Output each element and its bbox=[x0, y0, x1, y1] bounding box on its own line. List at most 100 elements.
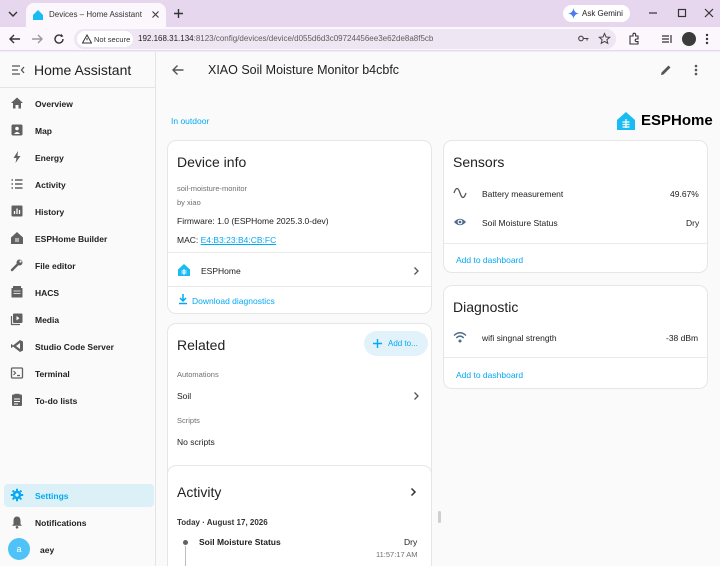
card-heading: Related bbox=[177, 337, 226, 353]
sidebar-item-label: Notifications bbox=[35, 518, 87, 528]
sidebar-item-label: To-do lists bbox=[35, 396, 78, 406]
sidebar-item-map[interactable]: Map bbox=[4, 119, 154, 142]
close-tab-icon[interactable] bbox=[150, 9, 161, 20]
sidebar-item-label: Map bbox=[35, 126, 52, 136]
url-text[interactable]: 192.168.31.134:8123/config/devices/devic… bbox=[138, 34, 433, 43]
user-avatar[interactable]: a bbox=[8, 538, 30, 560]
area-link[interactable]: In outdoor bbox=[171, 116, 209, 126]
pencil-icon[interactable] bbox=[659, 63, 673, 77]
timeline-dot bbox=[183, 540, 188, 545]
address-bar[interactable]: Not secure 192.168.31.134:8123/config/de… bbox=[74, 29, 616, 49]
vscode-icon bbox=[10, 339, 24, 353]
minimize-icon[interactable] bbox=[647, 7, 659, 19]
sidebar-item-overview[interactable]: Overview bbox=[4, 92, 154, 115]
more-vertical-icon[interactable] bbox=[689, 63, 703, 77]
ask-gemini-button[interactable]: Ask Gemini bbox=[563, 5, 630, 22]
sidebar-item-settings[interactable]: Settings bbox=[4, 484, 154, 507]
device-firmware: Firmware: 1.0 (ESPHome 2025.3.0-dev) bbox=[177, 216, 329, 226]
bell-icon bbox=[10, 515, 24, 529]
sidebar-item-terminal[interactable]: Terminal bbox=[4, 362, 154, 385]
mac-value[interactable]: E4:B3:23:B4:CB:FC bbox=[201, 235, 277, 245]
device-model: soil-moisture-monitor bbox=[177, 184, 248, 193]
activity-entry-name[interactable]: Soil Moisture Status bbox=[199, 537, 281, 547]
diagnostic-card: Diagnostic wifi singnal strength -38 dBm… bbox=[443, 285, 708, 389]
new-tab-icon[interactable] bbox=[172, 7, 185, 20]
chevron-right-icon[interactable] bbox=[408, 487, 418, 497]
lightning-icon bbox=[10, 150, 24, 164]
esphome-logo: ESPHome bbox=[616, 110, 713, 132]
sidebar-item-energy[interactable]: Energy bbox=[4, 146, 154, 169]
activity-date: Today · August 17, 2026 bbox=[177, 518, 268, 527]
sidebar-item-hacs[interactable]: HACS bbox=[4, 281, 154, 304]
app-name: Home Assistant bbox=[34, 62, 132, 78]
maximize-icon[interactable] bbox=[676, 7, 688, 19]
home-assistant-favicon-icon bbox=[32, 9, 44, 21]
warning-triangle-icon bbox=[82, 34, 92, 44]
activity-entry-state: Dry bbox=[404, 537, 418, 547]
sidebar-item-studio-code-server[interactable]: Studio Code Server bbox=[4, 335, 154, 358]
forward-arrow-icon[interactable] bbox=[30, 32, 44, 46]
divider bbox=[444, 357, 707, 358]
sensor-name[interactable]: Battery measurement bbox=[482, 189, 563, 199]
automation-item-soil[interactable]: Soil bbox=[177, 391, 191, 401]
url-host: 192.168.31.134 bbox=[138, 34, 194, 43]
no-scripts-text: No scripts bbox=[177, 437, 215, 447]
sidebar-item-todo-lists[interactable]: To-do lists bbox=[4, 389, 154, 412]
user-name[interactable]: aey bbox=[40, 545, 54, 555]
list-icon bbox=[10, 177, 24, 191]
tab-title: Devices – Home Assistant bbox=[49, 10, 142, 19]
back-arrow-icon[interactable] bbox=[8, 32, 22, 46]
download-diagnostics-button[interactable]: Download diagnostics bbox=[192, 296, 275, 306]
sensor-name[interactable]: Soil Moisture Status bbox=[482, 218, 558, 228]
password-key-icon[interactable] bbox=[577, 32, 590, 45]
card-heading: Activity bbox=[177, 484, 222, 500]
browser-menu-icon[interactable] bbox=[700, 32, 714, 46]
sidebar-item-label: File editor bbox=[35, 261, 76, 271]
sidebar-item-history[interactable]: History bbox=[4, 200, 154, 223]
tab-search-chevron-icon[interactable] bbox=[6, 7, 20, 21]
media-icon bbox=[10, 312, 24, 326]
add-to-button[interactable]: Add to... bbox=[364, 331, 428, 356]
back-arrow-icon[interactable] bbox=[171, 63, 185, 77]
card-heading: Device info bbox=[177, 154, 247, 170]
wifi-icon bbox=[453, 330, 467, 344]
page-title: XIAO Soil Moisture Monitor b4cbfc bbox=[208, 63, 400, 77]
browser-tab[interactable]: Devices – Home Assistant bbox=[26, 3, 166, 27]
integration-name[interactable]: ESPHome bbox=[201, 266, 241, 276]
browser-toolbar: Not secure 192.168.31.134:8123/config/de… bbox=[0, 27, 720, 51]
sidebar-item-activity[interactable]: Activity bbox=[4, 173, 154, 196]
chevron-right-icon[interactable] bbox=[411, 391, 421, 401]
extensions-icon[interactable] bbox=[627, 32, 641, 46]
sensor-value: Dry bbox=[686, 218, 700, 228]
sidebar-item-notifications[interactable]: Notifications bbox=[4, 511, 154, 534]
esphome-house-icon bbox=[616, 111, 636, 131]
add-to-dashboard-button[interactable]: Add to dashboard bbox=[456, 255, 523, 265]
sidebar-item-label: History bbox=[35, 207, 65, 217]
chevron-right-icon[interactable] bbox=[411, 266, 421, 276]
browser-tab-strip: Devices – Home Assistant Ask Gemini bbox=[0, 0, 720, 27]
main-content: XIAO Soil Moisture Monitor b4cbfc In out… bbox=[156, 52, 720, 566]
add-to-dashboard-button[interactable]: Add to dashboard bbox=[456, 370, 523, 380]
sidebar-item-media[interactable]: Media bbox=[4, 308, 154, 331]
gear-icon bbox=[10, 488, 24, 502]
reload-icon[interactable] bbox=[52, 32, 66, 46]
bookmark-star-icon[interactable] bbox=[598, 32, 611, 45]
security-chip[interactable]: Not secure bbox=[77, 31, 133, 47]
sensor-value: 49.67% bbox=[670, 189, 699, 199]
activity-entry-time: 11:57:17 AM bbox=[376, 550, 418, 559]
divider bbox=[168, 252, 431, 253]
diagnostic-name[interactable]: wifi singnal strength bbox=[482, 333, 557, 343]
esphome-logo-text: ESPHome bbox=[641, 112, 713, 129]
sidebar-item-file-editor[interactable]: File editor bbox=[4, 254, 154, 277]
activity-scrollbar[interactable] bbox=[438, 511, 441, 523]
sidebar-item-esphome-builder[interactable]: ESPHome Builder bbox=[4, 227, 154, 250]
timeline-line bbox=[185, 546, 186, 566]
sidebar-item-label: Terminal bbox=[35, 369, 70, 379]
sidebar-item-label: HACS bbox=[35, 288, 60, 298]
collapse-menu-icon[interactable] bbox=[11, 63, 25, 77]
sidebar-item-label: ESPHome Builder bbox=[35, 234, 108, 244]
profile-avatar[interactable] bbox=[682, 32, 696, 46]
sidebar: Home Assistant Overview Map Energy Activ… bbox=[0, 52, 156, 566]
tab-search-list-icon[interactable] bbox=[660, 32, 674, 46]
close-window-icon[interactable] bbox=[703, 7, 715, 19]
